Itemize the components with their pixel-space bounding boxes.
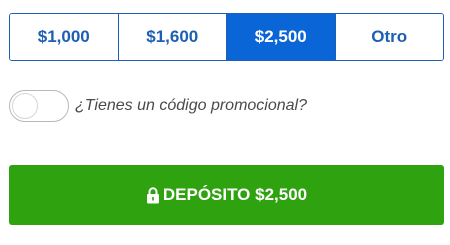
toggle-knob [12,93,38,119]
promo-code-label: ¿Tienes un código promocional? [75,97,307,114]
lock-icon [146,186,159,203]
amount-option-1600[interactable]: $1,600 [118,14,227,60]
amount-option-2500[interactable]: $2,500 [227,14,336,60]
deposit-button-label: DEPÓSITO $2,500 [162,185,308,204]
amount-selector: $1,000 $1,600 $2,500 Otro [9,13,444,61]
amount-option-1000[interactable]: $1,000 [10,14,119,60]
amount-option-other[interactable]: Otro [335,14,443,60]
promo-code-row: ¿Tienes un código promocional? [9,89,307,123]
deposit-button[interactable]: DEPÓSITO $2,500 [9,165,444,225]
promo-code-toggle[interactable] [9,90,69,122]
